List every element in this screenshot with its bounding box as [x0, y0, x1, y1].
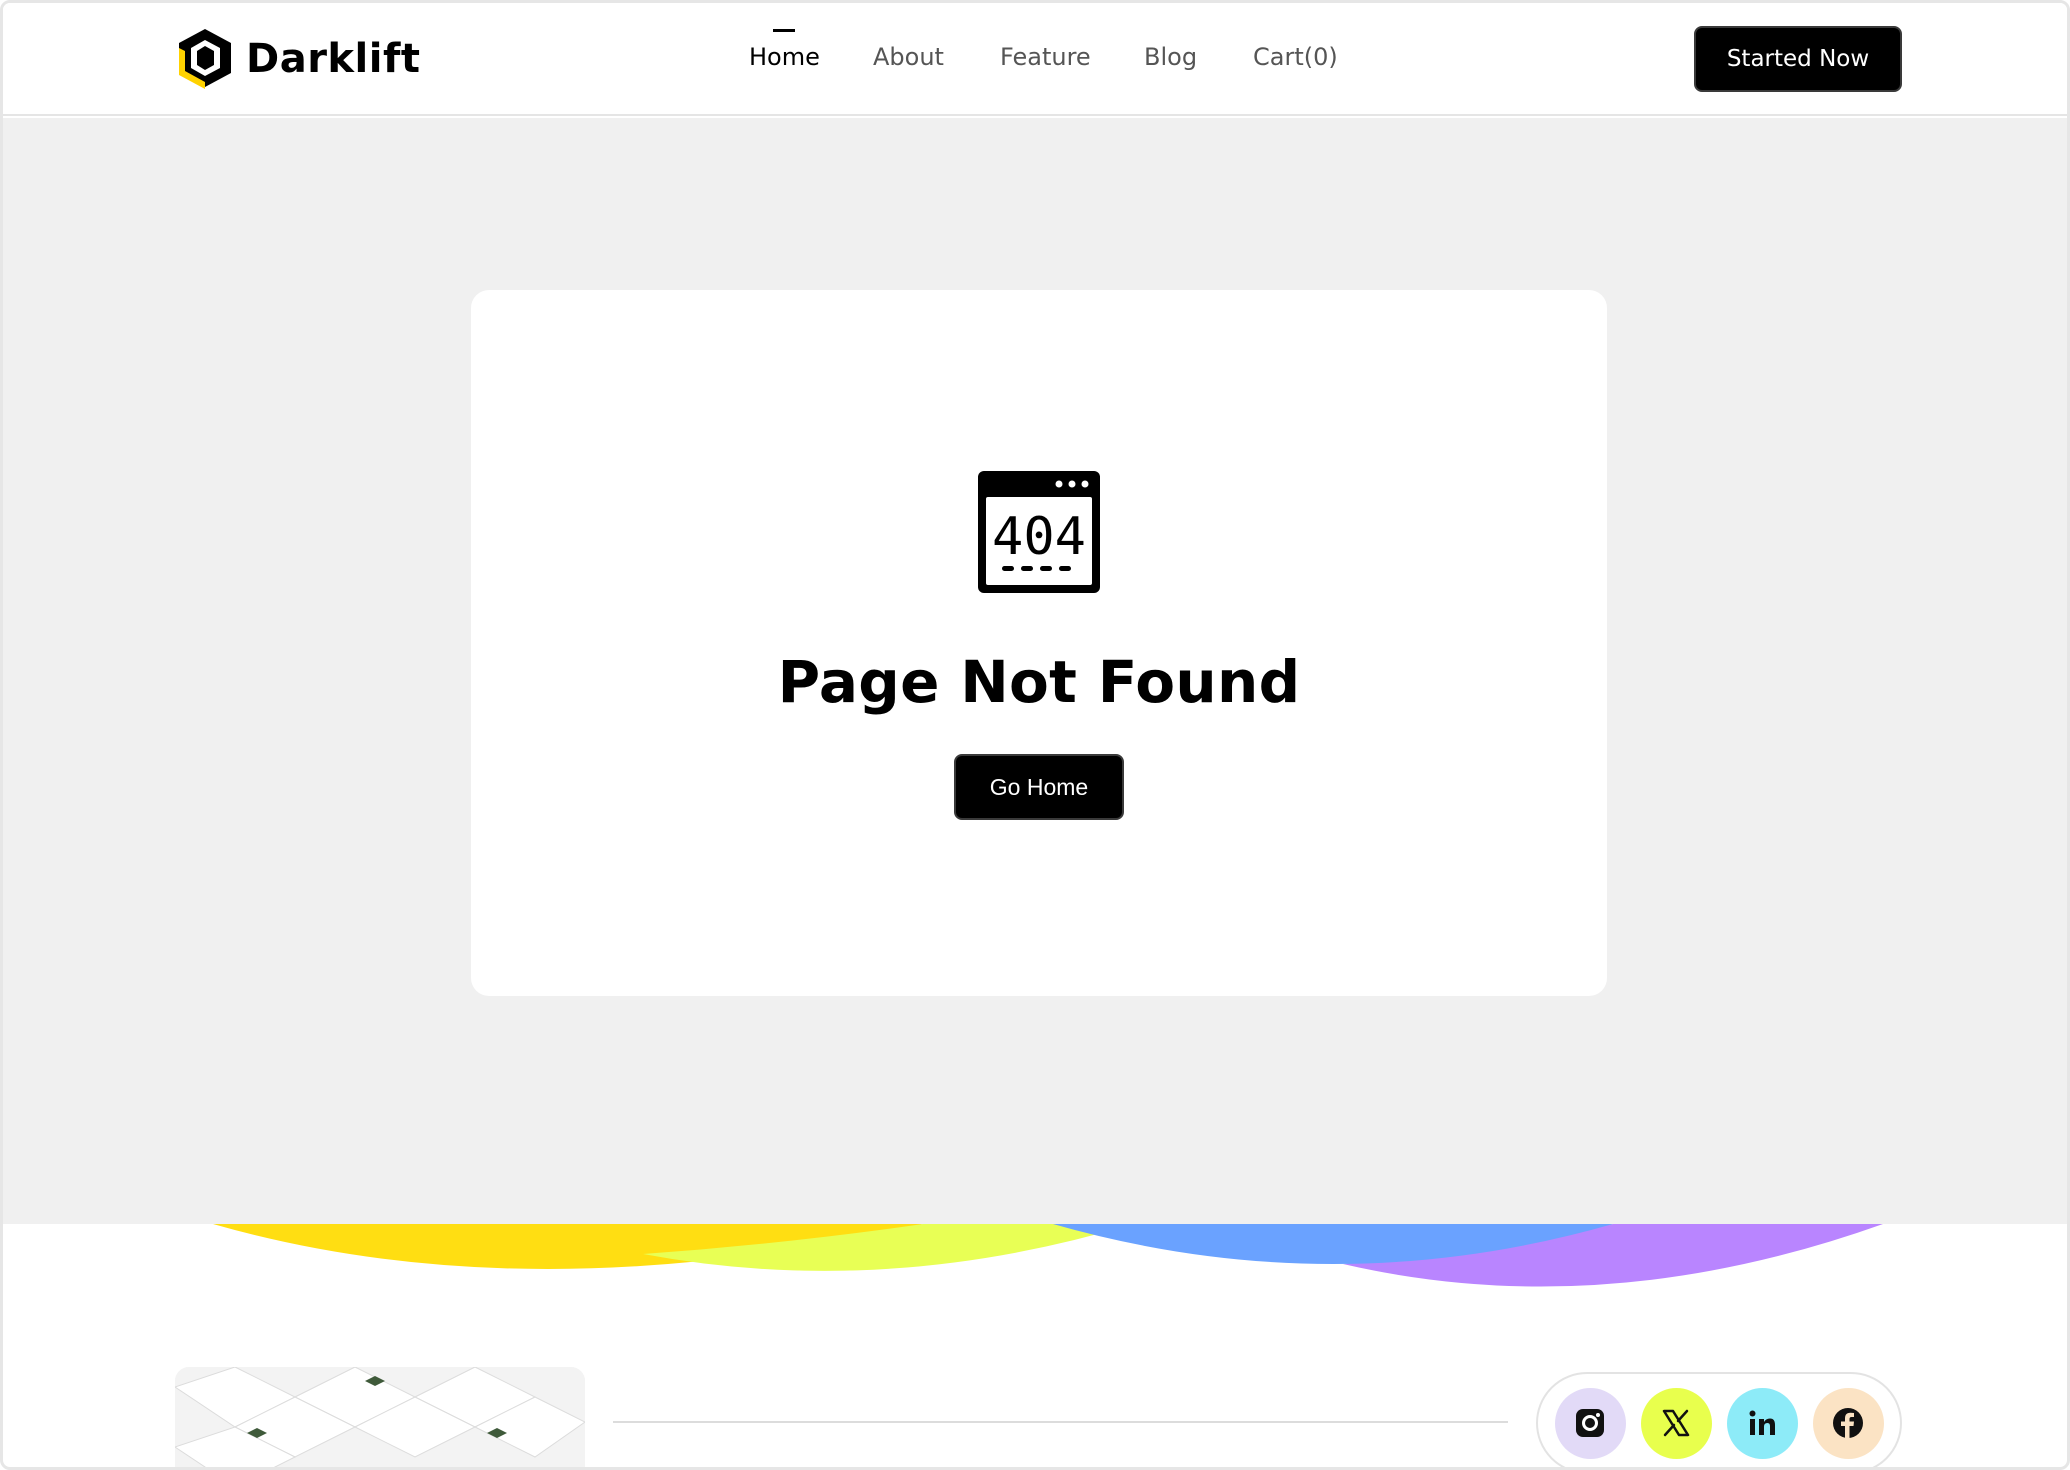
instagram-button[interactable] — [1554, 1387, 1626, 1459]
footer-thumbnail-image — [175, 1367, 585, 1467]
instagram-icon — [1576, 1409, 1604, 1437]
x-button[interactable] — [1640, 1387, 1712, 1459]
started-now-button[interactable]: Started Now — [1694, 26, 1902, 92]
linkedin-button[interactable] — [1726, 1387, 1798, 1459]
icon-404-text: 404 — [992, 507, 1086, 567]
nav-item-about[interactable]: About — [873, 43, 944, 71]
facebook-button[interactable] — [1812, 1387, 1884, 1459]
browser-frame: Darklift Home About Feature Blog Cart(0)… — [0, 0, 2070, 1470]
page-title: Page Not Found — [777, 648, 1301, 716]
nav-item-blog[interactable]: Blog — [1144, 43, 1197, 71]
error-card: 404 Page Not Found Go Home — [471, 290, 1607, 996]
go-home-button[interactable]: Go Home — [954, 754, 1124, 820]
nav-item-home[interactable]: Home — [749, 43, 820, 71]
nav-item-feature[interactable]: Feature — [1000, 43, 1091, 71]
x-icon — [1662, 1409, 1690, 1437]
decorative-waves — [213, 1224, 1883, 1287]
site-header: Darklift Home About Feature Blog Cart(0)… — [3, 3, 2067, 116]
linkedin-icon — [1749, 1410, 1775, 1435]
footer-divider — [613, 1421, 1508, 1423]
social-links — [1536, 1372, 1902, 1467]
error-section: 404 Page Not Found Go Home — [3, 118, 2067, 1224]
browser-404-icon: 404 — [978, 471, 1100, 593]
nav-item-cart[interactable]: Cart(0) — [1253, 43, 1338, 71]
facebook-icon — [1833, 1408, 1863, 1438]
